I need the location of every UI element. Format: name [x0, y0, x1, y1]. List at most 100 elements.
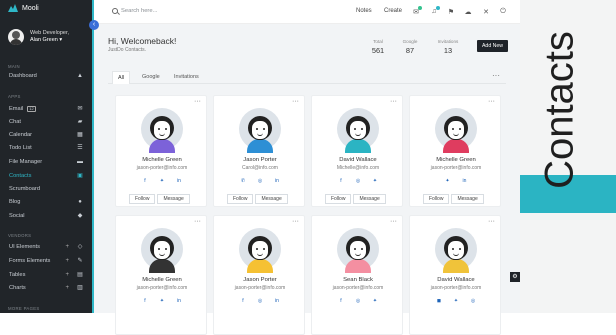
contact-email: Carol@info.com [242, 165, 278, 171]
sidebar-item-contacts[interactable]: Contacts ▣ [0, 171, 92, 181]
sidebar-item-scrumboard[interactable]: Scrumboard [0, 184, 92, 194]
more-options-icon[interactable]: ··· [492, 71, 500, 80]
pencil-icon: ✎ [77, 258, 83, 264]
sidebar-item-file-manager[interactable]: File Manager ▬ [0, 157, 92, 167]
message-button[interactable]: Message [451, 194, 484, 204]
mail-icon[interactable]: ✉ [412, 6, 422, 16]
sidebar-item-label: Email [9, 106, 24, 112]
page-subtitle: JustDo Contacts. [108, 47, 147, 53]
avatar-shirt [345, 259, 371, 273]
fullscreen-icon[interactable]: ✕ [482, 8, 490, 16]
search-input[interactable]: Search here... [121, 8, 157, 14]
social-link-icon[interactable]: ✦ [445, 178, 451, 184]
sidebar-item-email[interactable]: Email 12 ✉ [0, 104, 92, 114]
social-link-icon[interactable]: f [240, 298, 246, 304]
social-link-icon[interactable]: ◎ [355, 298, 361, 304]
user-name[interactable]: Alan Green ▾ [30, 37, 69, 44]
user-profile[interactable]: Web Developer, Alan Green ▾ [8, 29, 69, 45]
social-link-icon[interactable]: f [142, 178, 148, 184]
expand-plus-icon[interactable]: + [65, 285, 69, 291]
social-link-icon[interactable]: f [338, 178, 344, 184]
settings-gear-icon[interactable]: ⚙ [510, 272, 520, 282]
contact-avatar [239, 228, 281, 273]
card-menu-icon[interactable]: ··· [488, 98, 495, 105]
add-new-button[interactable]: Add New [477, 40, 508, 52]
sidebar-item-chat[interactable]: Chat ▰ [0, 117, 92, 127]
expand-plus-icon[interactable]: + [65, 272, 69, 278]
brand-name: Mooli [22, 4, 39, 12]
card-actions: Follow Message [423, 194, 484, 204]
create-link[interactable]: Create [384, 8, 402, 14]
social-link-icon[interactable]: in [462, 178, 468, 184]
avatar-shirt [247, 139, 273, 153]
sidebar-item-label: Contacts [9, 173, 32, 179]
sidebar-item-dashboard[interactable]: Dashboard ▲ [0, 71, 92, 81]
sidebar-item-blog[interactable]: Blog ● [0, 197, 92, 207]
search-box[interactable]: Search here... [112, 8, 157, 14]
social-link-icon[interactable]: ✦ [372, 178, 378, 184]
social-link-icon[interactable]: ✆ [240, 178, 246, 184]
message-button[interactable]: Message [353, 194, 386, 204]
avatar-shirt [149, 259, 175, 273]
social-link-icon[interactable]: in [274, 298, 280, 304]
social-link-icon[interactable]: in [176, 178, 182, 184]
message-button[interactable]: Message [157, 194, 190, 204]
sidebar-item-charts[interactable]: Charts + ▥ [0, 283, 92, 293]
social-link-icon[interactable]: ✦ [372, 298, 378, 304]
card-menu-icon[interactable]: ··· [488, 218, 495, 225]
flag-icon[interactable]: ⚑ [447, 8, 455, 16]
contact-name: Jason Porter [243, 277, 277, 283]
sidebar-item-social[interactable]: Social ◆ [0, 211, 92, 221]
avatar-face [349, 240, 367, 260]
social-link-icon[interactable]: ✦ [159, 178, 165, 184]
card-menu-icon[interactable]: ··· [292, 218, 299, 225]
social-link-icon[interactable]: ◎ [257, 298, 263, 304]
card-menu-icon[interactable]: ··· [194, 98, 201, 105]
sidebar-item-calendar[interactable]: Calendar ▦ [0, 130, 92, 140]
card-menu-icon[interactable]: ··· [390, 98, 397, 105]
message-button[interactable]: Message [255, 194, 288, 204]
follow-button[interactable]: Follow [227, 194, 254, 204]
sidebar-item-todo-list[interactable]: Todo List ☰ [0, 143, 92, 153]
social-link-icon[interactable]: in [176, 298, 182, 304]
power-icon[interactable]: ⏻ [499, 8, 507, 16]
social-link-icon[interactable]: ◎ [257, 178, 263, 184]
bell-icon[interactable]: ♫ [430, 6, 440, 15]
collapse-sidebar-button[interactable]: ‹ [89, 20, 99, 30]
notes-link[interactable]: Notes [356, 8, 372, 14]
expand-plus-icon[interactable]: + [65, 258, 69, 264]
sidebar-item-tables[interactable]: Tables + ▤ [0, 270, 92, 280]
contact-avatar [435, 228, 477, 273]
social-link-icon[interactable]: ◎ [355, 178, 361, 184]
app-logo[interactable]: Mooli [8, 4, 39, 12]
follow-button[interactable]: Follow [129, 194, 156, 204]
follow-button[interactable]: Follow [423, 194, 450, 204]
sidebar-item-label: Forms Elements [9, 258, 51, 264]
social-link-icon[interactable]: f [142, 298, 148, 304]
sidebar-item-forms-elements[interactable]: Forms Elements + ✎ [0, 256, 92, 266]
sidebar-item-ui-elements[interactable]: UI Elements + ◇ [0, 242, 92, 252]
social-link-icon[interactable]: ◼ [436, 298, 442, 304]
social-link-icon[interactable]: ✦ [453, 298, 459, 304]
social-link-icon[interactable]: ◎ [470, 298, 476, 304]
social-link-icon[interactable]: ✦ [159, 298, 165, 304]
expand-plus-icon[interactable]: + [65, 244, 69, 250]
social-link-icon[interactable]: in [274, 178, 280, 184]
avatar-face [447, 120, 465, 140]
tab-google[interactable]: Google [142, 74, 160, 80]
card-menu-icon[interactable]: ··· [292, 98, 299, 105]
section-more-pages: MORE PAGES [8, 306, 40, 311]
avatar-face [251, 120, 269, 140]
follow-button[interactable]: Follow [325, 194, 352, 204]
contact-avatar [435, 108, 477, 153]
social-link-icon[interactable]: f [338, 298, 344, 304]
contact-email: jason-porter@info.com [234, 285, 286, 291]
tab-invitations[interactable]: Invitations [174, 74, 199, 80]
contact-card: ··· Jason Porter Carol@info.com ✆ ◎ in Follow M… [213, 95, 305, 207]
card-menu-icon[interactable]: ··· [194, 218, 201, 225]
chat-bubble-icon[interactable]: ☁ [464, 8, 472, 16]
tab-all[interactable]: All [112, 71, 131, 84]
card-menu-icon[interactable]: ··· [390, 218, 397, 225]
card-actions: Follow Message [325, 194, 386, 204]
social-links: ◼ ✦ ◎ [410, 298, 502, 304]
